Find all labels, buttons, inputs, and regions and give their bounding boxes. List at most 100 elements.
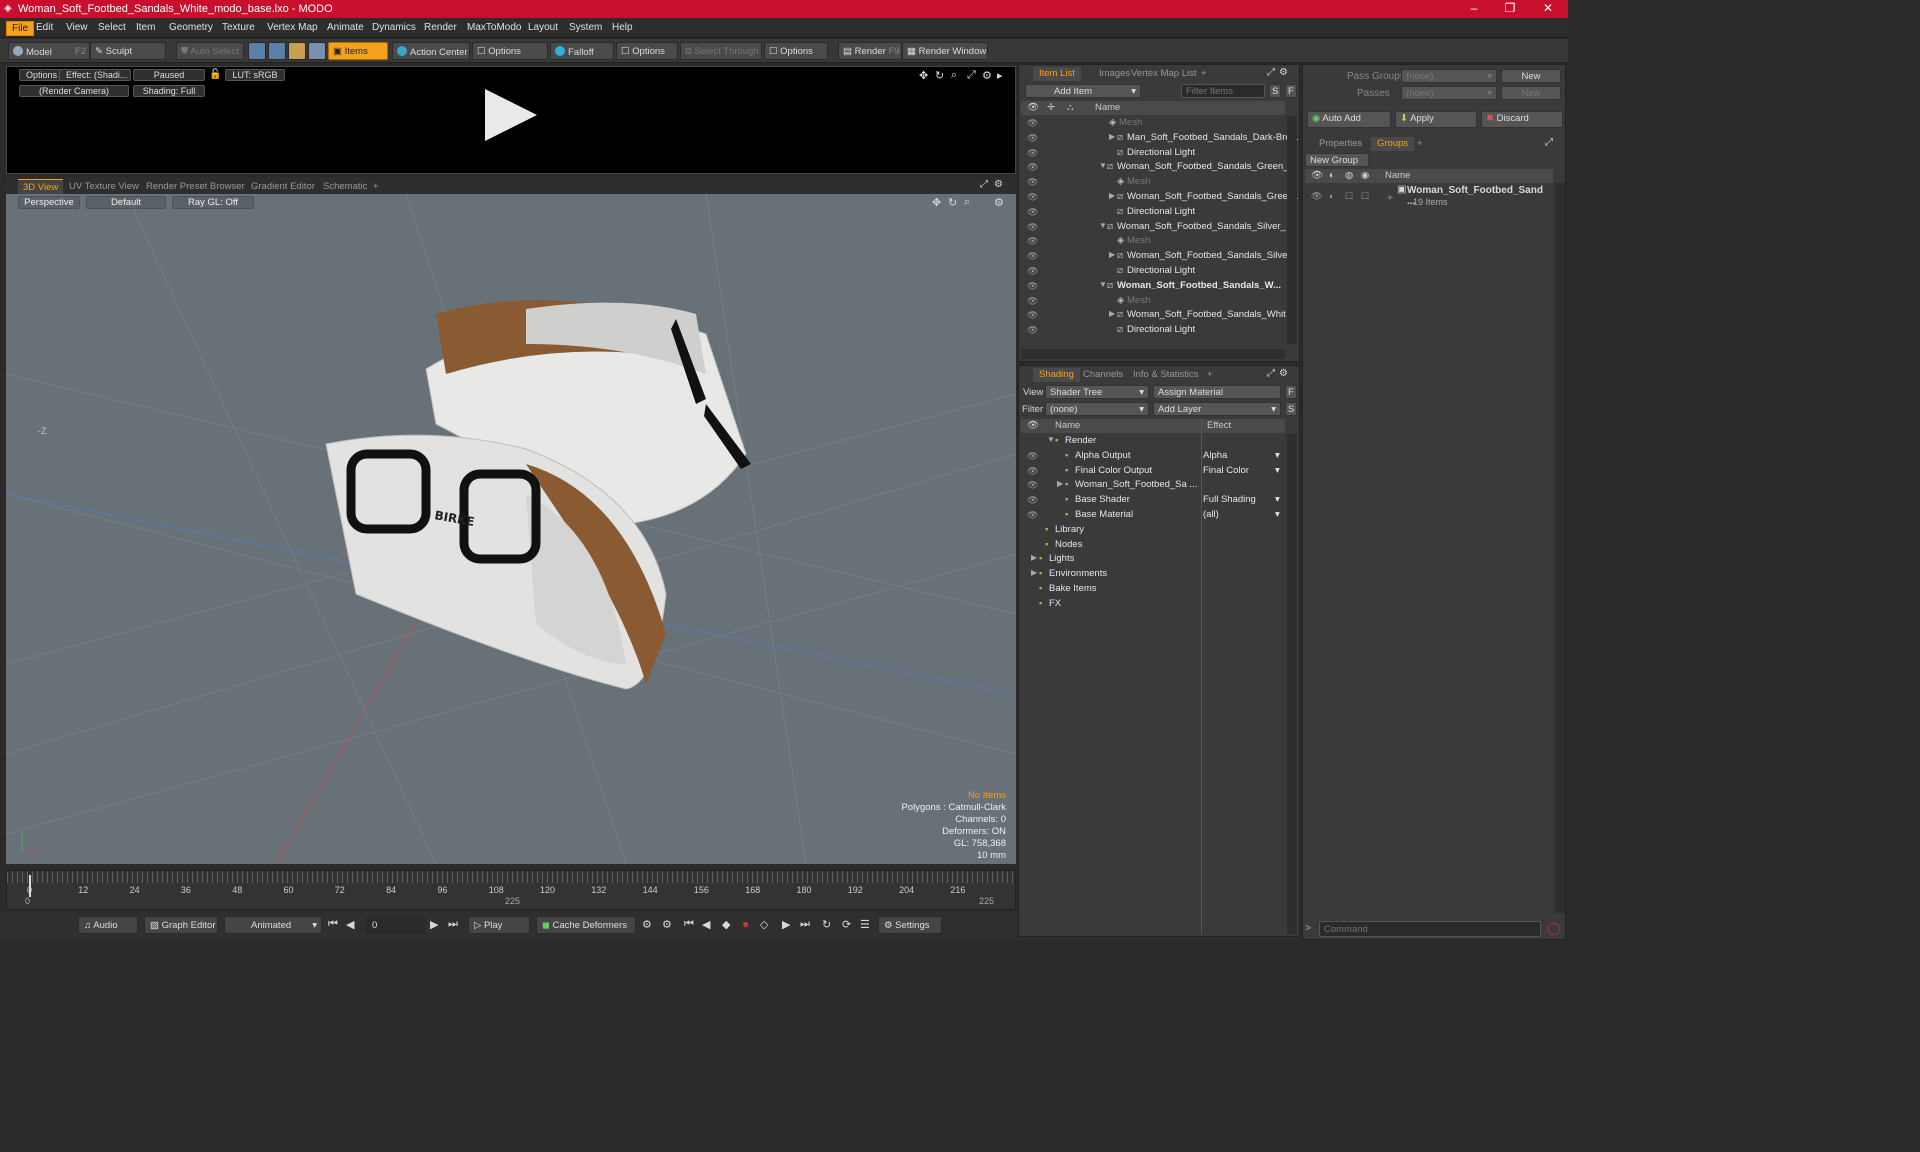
close-button[interactable]: ✕ — [1530, 1, 1566, 17]
chevron-down-icon[interactable]: ▾ — [1275, 450, 1280, 461]
menu-item[interactable]: Item — [131, 21, 160, 36]
item-list-row[interactable]: 👁 ▶ ⧄ Man_Soft_Footbed_Sandals_Dark-Bro... — [1021, 131, 1299, 146]
shader-tree-row[interactable]: ▶ ▪ Environments — [1021, 567, 1285, 582]
render-button[interactable]: ▤ Render F9 — [838, 42, 902, 60]
expand-icon[interactable]: ⤢ — [1545, 137, 1553, 148]
apply-button[interactable]: ⬇ Apply — [1395, 111, 1477, 128]
default-dropdown[interactable]: Default — [86, 196, 166, 209]
prev-icon[interactable]: ◀ — [702, 918, 710, 931]
prev-key-icon[interactable]: ⏮ — [684, 918, 694, 931]
eye-icon[interactable]: 👁 — [1027, 207, 1038, 218]
item-list-row[interactable]: 👁 ◈ Mesh — [1021, 294, 1285, 309]
item-list-row[interactable]: 👁 ⧄ Directional Light — [1021, 146, 1285, 161]
step-forward-icon[interactable]: ▶ — [430, 918, 438, 931]
auto-key-icon[interactable]: ◇ — [760, 918, 768, 931]
loop-icon[interactable]: ↻ — [822, 918, 831, 931]
expand-arrow-icon[interactable]: ▶ — [1057, 479, 1063, 488]
menu-edit[interactable]: Edit — [31, 21, 58, 36]
effect-dropdown[interactable]: Final Color — [1203, 465, 1249, 476]
record-icon[interactable]: ● — [742, 917, 749, 931]
eye-icon[interactable]: 👁 — [1027, 118, 1038, 129]
item-list-row[interactable]: 👁 ▶ ⧄ Woman_Soft_Footbed_Sandals_Whit ... — [1021, 308, 1296, 323]
select-through-button[interactable]: ⧉ Select Through — [680, 42, 762, 60]
play-button[interactable]: ▷ Play — [468, 916, 530, 934]
new-group-button[interactable]: New Group — [1305, 153, 1369, 167]
eye-icon[interactable]: 👁 — [1027, 222, 1038, 233]
expand-arrow-icon[interactable]: ▶ — [1109, 132, 1115, 141]
frame-input[interactable]: 0 — [366, 916, 426, 934]
expand-arrow-icon[interactable]: ▶ — [1031, 553, 1037, 562]
item-list-row[interactable]: 👁 ▼ ⧄ Woman_Soft_Footbed_Sandals_Green_... — [1021, 160, 1296, 175]
eye-icon[interactable]: 👁 — [1027, 495, 1038, 506]
item-list-row[interactable]: 👁 ◈ Mesh — [1021, 175, 1285, 190]
key-icon[interactable]: ⚙ — [642, 918, 652, 931]
vertices-mode-icon[interactable] — [248, 42, 266, 60]
polygons-mode-icon[interactable] — [288, 42, 306, 60]
menu-maxtomodo[interactable]: MaxToModo — [462, 21, 526, 36]
view-dropdown[interactable]: Shader Tree ▾ — [1045, 385, 1149, 399]
gear-icon[interactable]: ⚙ — [1279, 67, 1288, 78]
auto-add-button[interactable]: ◉ Auto Add — [1307, 111, 1391, 128]
auto-select-button[interactable]: ⛊ Auto Select — [176, 42, 244, 60]
item-list-row[interactable]: 👁 ◈ Mesh — [1021, 234, 1285, 249]
raygl-dropdown[interactable]: Ray GL: Off — [172, 196, 254, 209]
eye-icon[interactable]: 👁 — [1027, 148, 1038, 159]
f-button[interactable]: F — [1285, 385, 1297, 399]
eye-icon[interactable]: 👁 — [1027, 177, 1038, 188]
expand-arrow-icon[interactable]: ▶ — [1109, 191, 1115, 200]
tab-3d-view[interactable]: 3D View — [18, 179, 64, 194]
tab-schematic[interactable]: Schematic — [318, 179, 372, 194]
action-center-button[interactable]: Action Center — [392, 42, 470, 60]
chevron-down-icon[interactable]: ▾ — [1275, 509, 1280, 520]
settings-button[interactable]: ⚙ Settings — [878, 916, 942, 934]
effect-dropdown[interactable]: Full Shading — [1203, 494, 1256, 505]
options-button-2[interactable]: ☐ Options — [616, 42, 678, 60]
menu-animate[interactable]: Animate — [322, 21, 369, 36]
expand-arrow-icon[interactable]: ▼ — [1099, 221, 1107, 230]
options-icon[interactable]: ☰ — [860, 918, 870, 931]
render-window-button[interactable]: ▦ Render Window — [902, 42, 988, 60]
preview-options-button[interactable]: Options — [19, 69, 65, 81]
shader-tree-row[interactable]: ▼ ▪ Render — [1021, 434, 1285, 449]
timeline-playhead[interactable] — [29, 875, 31, 897]
filter-dropdown[interactable]: (none) ▾ — [1045, 402, 1149, 416]
eye-icon[interactable]: 👁 — [1027, 133, 1038, 144]
command-input[interactable] — [1319, 921, 1541, 937]
tab-add[interactable]: + — [1195, 67, 1213, 81]
assign-material-button[interactable]: Assign Material — [1153, 385, 1281, 399]
render-icon[interactable]: ◐ — [1329, 191, 1334, 201]
go-to-end-icon[interactable]: ⏭ — [448, 918, 458, 931]
add-item-dropdown[interactable]: Add Item ▾ — [1025, 84, 1141, 98]
maximize-button[interactable]: ❐ — [1492, 1, 1528, 17]
timeline[interactable]: 0 12 24 36 48 60 72 84 96 108 120 132 144 156 168 180 19… — [6, 870, 1016, 910]
eye-icon[interactable]: 👁 — [1027, 236, 1038, 247]
preview-effect-dropdown[interactable]: Effect: (Shadi... — [59, 69, 131, 81]
minimize-button[interactable]: – — [1456, 1, 1492, 17]
passes-dropdown[interactable]: (none) ▾ — [1401, 86, 1497, 100]
s-button[interactable]: S — [1285, 402, 1297, 416]
stop-icon[interactable]: ◯ — [1547, 921, 1560, 935]
audio-button[interactable]: ♫ Audio — [78, 916, 138, 934]
tab-vertex-map-list[interactable]: Vertex Map List — [1125, 67, 1202, 81]
shader-tree-row[interactable]: 👁 ▪ Base Shader Full Shading ▾ — [1021, 493, 1285, 508]
next-key-icon[interactable]: ⏭ — [800, 918, 810, 931]
item-list-row[interactable]: 👁 ▶ ⧄ Woman_Soft_Footbed_Sandals_Silver... — [1021, 249, 1298, 264]
tab-add[interactable]: + — [1201, 368, 1219, 382]
expand-icon[interactable]: ⤢ — [1267, 368, 1275, 379]
shader-tree-row[interactable]: 👁 ▪ Final Color Output Final Color ▾ — [1021, 464, 1285, 479]
select-icon[interactable]: ☐ — [1361, 191, 1369, 202]
filter-f-button[interactable]: F — [1285, 84, 1297, 98]
lock-icon[interactable]: ☐ — [1345, 191, 1353, 202]
model-button[interactable]: Model F2 — [8, 42, 90, 60]
tab-gradient-editor[interactable]: Gradient Editor — [246, 179, 320, 194]
add-layer-dropdown[interactable]: Add Layer ▾ — [1153, 402, 1281, 416]
items-button[interactable]: ▣ Items — [328, 42, 388, 60]
eye-icon[interactable]: 👁 — [1027, 466, 1038, 477]
eye-icon[interactable]: 👁 — [1027, 451, 1038, 462]
shader-tree-row[interactable]: 👁 ▶ ▪ Woman_Soft_Footbed_Sa ... — [1021, 478, 1285, 493]
options-button-3[interactable]: ☐ Options — [764, 42, 828, 60]
set-key-icon[interactable]: ◆ — [722, 918, 730, 931]
shader-tree-row[interactable]: ▪ FX — [1021, 597, 1285, 612]
animated-dropdown[interactable]: Animated ▾ — [224, 916, 322, 934]
filter-items-input[interactable] — [1181, 84, 1265, 98]
